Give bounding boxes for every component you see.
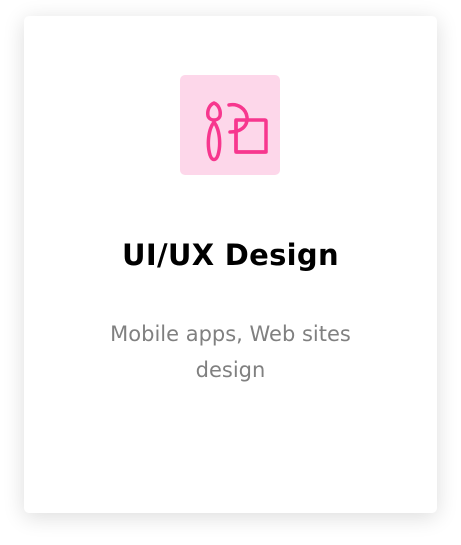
- service-card: UI/UX Design Mobile apps, Web sites desi…: [24, 16, 437, 513]
- icon-container: [180, 75, 280, 175]
- brush-and-frame-icon: [206, 101, 268, 162]
- card-description: Mobile apps, Web sites design: [110, 322, 351, 382]
- card-title: UI/UX Design: [122, 238, 339, 272]
